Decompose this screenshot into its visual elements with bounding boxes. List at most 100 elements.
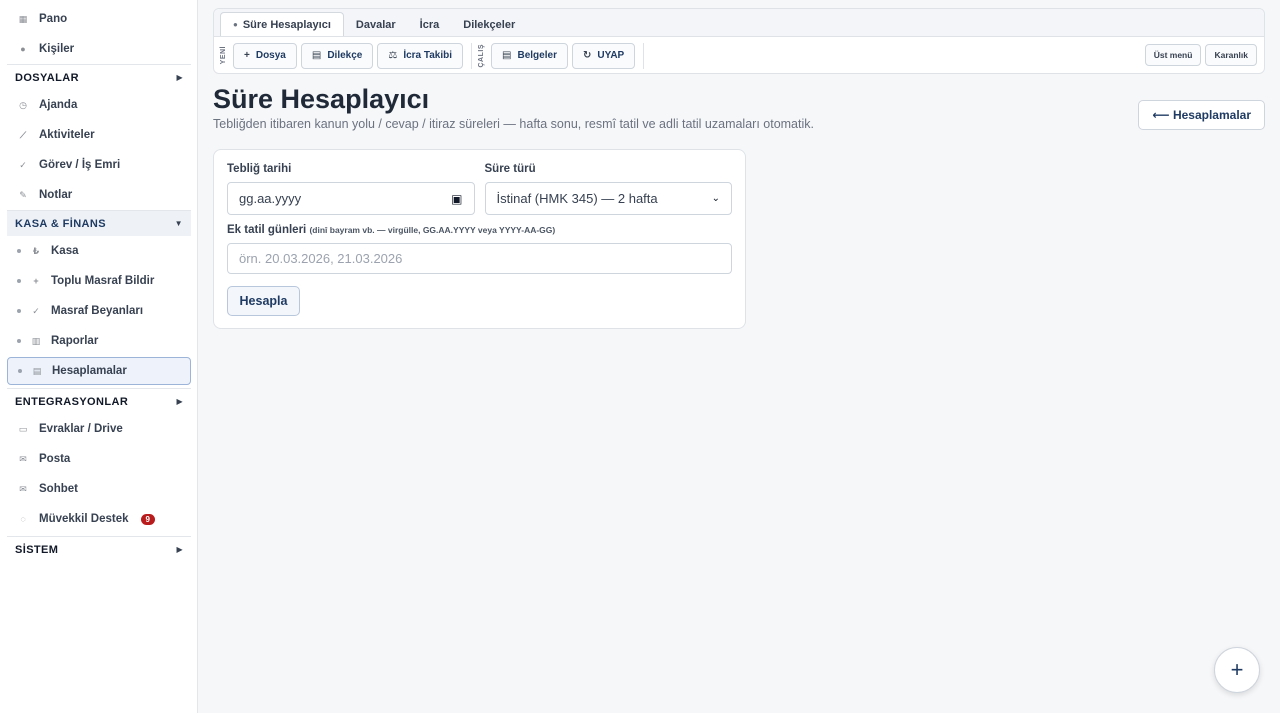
sidebar-item-label: Kişiler <box>39 43 75 55</box>
document-icon: ▤ <box>502 50 512 61</box>
tab-label: Davalar <box>355 18 396 31</box>
uyap-button[interactable]: ↻ UYAP <box>571 42 636 69</box>
sidebar-item-toplu-masraf[interactable]: + Toplu Masraf Bildir <box>7 266 191 296</box>
new-icra-takibi-button[interactable]: ⚖ İcra Takibi <box>377 42 464 69</box>
page-subtitle: Tebliğden itibaren kanun yolu / cevap / … <box>213 117 814 131</box>
sidebar-item-masraf-beyanlari[interactable]: ✓ Masraf Beyanları <box>7 296 191 326</box>
mail-icon: ✉ <box>19 453 27 464</box>
active-dot-icon: ● <box>233 20 238 29</box>
section-kasa-finans[interactable]: KASA & FİNANS ▼ <box>7 210 191 236</box>
sidebar-item-aktiviteler[interactable]: ⟋ Aktiviteler <box>7 120 191 150</box>
refresh-icon: ↻ <box>582 50 592 61</box>
button-label: Belgeler <box>517 50 557 61</box>
toolbar: YENİ + Dosya ▤ Dilekçe ⚖ İcra Takibi ÇAL… <box>214 37 1264 74</box>
sidebar-item-muvekkil-destek[interactable]: ◌ Müvekkil Destek 9 <box>7 504 191 534</box>
sidebar-item-label: Posta <box>39 453 71 465</box>
bullet-icon <box>18 369 22 373</box>
toolbar-divider <box>471 42 473 69</box>
new-dilekce-button[interactable]: ▤ Dilekçe <box>300 42 374 69</box>
sure-turu-select[interactable]: İstinaf (HMK 345) — 2 hafta ⌄ <box>484 182 732 215</box>
tab-bar: ● Süre Hesaplayıcı Davalar İcra Dilekçel… <box>214 9 1264 37</box>
sidebar-item-label: Evraklar / Drive <box>39 423 123 435</box>
hesapla-button[interactable]: Hesapla <box>227 286 300 316</box>
page-header: Süre Hesaplayıcı Tebliğden itibaren kanu… <box>213 84 1265 146</box>
tab-label: Süre Hesaplayıcı <box>242 18 331 31</box>
sidebar-item-label: Notlar <box>39 189 73 201</box>
sidebar-item-pano[interactable]: ▦ Pano <box>7 4 191 34</box>
tab-dilekceler[interactable]: Dilekçeler <box>451 13 527 36</box>
button-label: UYAP <box>597 50 625 61</box>
calculator-icon: ▤ <box>32 365 42 376</box>
sidebar-item-label: Müvekkil Destek <box>39 513 129 525</box>
section-entegrasyonlar[interactable]: ENTEGRASYONLAR ▶ <box>7 388 191 414</box>
teblig-field-group: Tebliğ tarihi gg.aa.yyyy ▣ <box>227 163 475 215</box>
sidebar-item-notlar[interactable]: ✎ Notlar <box>7 180 191 210</box>
sidebar-item-raporlar[interactable]: ▥ Raporlar <box>7 326 191 356</box>
clock-icon: ◷ <box>19 99 27 110</box>
belgeler-button[interactable]: ▤ Belgeler <box>491 42 568 69</box>
unread-badge: 9 <box>140 513 155 525</box>
ek-tatil-input[interactable]: örn. 20.03.2026, 21.03.2026 <box>227 243 732 274</box>
sidebar-item-sohbet[interactable]: ✉ Sohbet <box>7 474 191 504</box>
teblig-date-input[interactable]: gg.aa.yyyy ▣ <box>227 182 475 215</box>
chevron-down-icon: ⌄ <box>711 193 720 204</box>
sidebar-item-label: Toplu Masraf Bildir <box>51 275 155 287</box>
add-fab-button[interactable]: + <box>1214 647 1260 693</box>
bullet-icon <box>17 279 21 283</box>
button-label: Dosya <box>255 50 286 61</box>
sidebar-item-label: Hesaplamalar <box>52 365 127 377</box>
main-content: ● Süre Hesaplayıcı Davalar İcra Dilekçel… <box>198 0 1280 713</box>
input-placeholder: örn. 20.03.2026, 21.03.2026 <box>239 251 403 266</box>
check-icon: ✓ <box>19 159 27 170</box>
sidebar-item-gorev[interactable]: ✓ Görev / İş Emri <box>7 150 191 180</box>
select-value: İstinaf (HMK 345) — 2 hafta <box>496 191 658 206</box>
tab-davalar[interactable]: Davalar <box>344 13 408 36</box>
section-sistem[interactable]: SİSTEM ▶ <box>7 536 191 562</box>
tab-sure-hesaplayici[interactable]: ● Süre Hesaplayıcı <box>220 12 344 36</box>
section-dosyalar[interactable]: DOSYALAR ▶ <box>7 64 191 90</box>
sidebar-item-ajanda[interactable]: ◷ Ajanda <box>7 90 191 120</box>
document-icon: ▤ <box>311 50 322 61</box>
bullet-icon <box>17 249 21 253</box>
dashboard-icon: ▦ <box>18 13 28 24</box>
chevron-right-icon: ▶ <box>176 73 183 82</box>
sidebar-item-label: Masraf Beyanları <box>51 305 144 317</box>
sidebar: ▦ Pano ● Kişiler DOSYALAR ▶ ◷ Ajanda ⟋ A… <box>0 0 198 713</box>
new-dosya-button[interactable]: + Dosya <box>233 42 297 69</box>
chevron-right-icon: ▶ <box>176 397 183 406</box>
tab-label: Dilekçeler <box>463 18 516 31</box>
sidebar-item-label: Ajanda <box>39 99 78 111</box>
sidebar-item-label: Aktiviteler <box>39 129 95 141</box>
tatil-field-group: Ek tatil günleri (dinî bayram vb. — virg… <box>227 224 732 274</box>
sidebar-item-label: Kasa <box>51 245 79 257</box>
section-label: ENTEGRASYONLAR <box>15 395 129 408</box>
back-to-hesaplamalar-button[interactable]: ⟵ Hesaplamalar <box>1138 100 1265 130</box>
sidebar-item-label: Görev / İş Emri <box>39 159 121 171</box>
section-label: SİSTEM <box>15 543 59 556</box>
group-label-yeni: YENİ <box>220 46 227 65</box>
tatil-label-text: Ek tatil günleri <box>227 224 307 236</box>
sure-label: Süre türü <box>484 163 536 175</box>
sure-field-group: Süre türü İstinaf (HMK 345) — 2 hafta ⌄ <box>484 163 732 215</box>
mail-icon: ✉ <box>19 483 27 494</box>
button-label: İcra Takibi <box>403 50 453 61</box>
tatil-label: Ek tatil günleri (dinî bayram vb. — virg… <box>227 224 732 242</box>
sidebar-item-kasa[interactable]: ₺ Kasa <box>7 236 191 266</box>
chevron-right-icon: ▶ <box>176 545 183 554</box>
sidebar-item-label: Raporlar <box>51 335 99 347</box>
bullet-icon <box>17 309 21 313</box>
sidebar-item-kisiler[interactable]: ● Kişiler <box>7 34 191 64</box>
sidebar-item-evraklar[interactable]: ▭ Evraklar / Drive <box>7 414 191 444</box>
pencil-icon: ✎ <box>19 189 27 200</box>
dark-mode-button[interactable]: Karanlık <box>1205 44 1257 66</box>
folder-icon: ▭ <box>18 423 28 434</box>
bullet-icon <box>17 339 21 343</box>
sidebar-item-hesaplamalar[interactable]: ▤ Hesaplamalar <box>7 357 191 385</box>
calendar-icon[interactable]: ▣ <box>451 192 462 206</box>
plus-icon: + <box>244 50 250 61</box>
activity-icon: ⟋ <box>19 129 27 140</box>
sidebar-item-posta[interactable]: ✉ Posta <box>7 444 191 474</box>
ust-menu-button[interactable]: Üst menü <box>1144 44 1202 66</box>
tab-icra[interactable]: İcra <box>408 13 452 36</box>
tatil-hint: (dinî bayram vb. — virgülle, GG.AA.YYYY … <box>309 225 556 235</box>
